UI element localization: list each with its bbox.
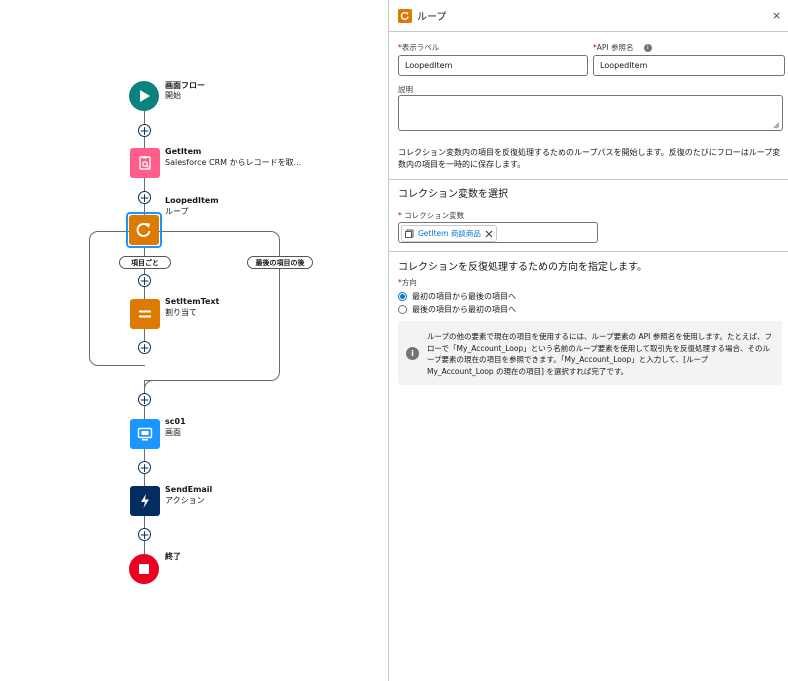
description-textarea[interactable]: [398, 95, 783, 131]
collection-field-label: * コレクション変数: [398, 211, 465, 220]
radio-button[interactable]: [398, 292, 407, 301]
api-name-field-label: *API 参照名 i: [593, 42, 652, 53]
collection-section-title: コレクション変数を選択: [398, 189, 508, 200]
start-node[interactable]: [129, 81, 159, 111]
remove-icon[interactable]: [485, 230, 493, 238]
panel-title: ループ: [417, 12, 447, 23]
loop-icon: [136, 222, 151, 237]
assignment-title: SetItemText: [165, 297, 220, 306]
start-subtitle: 開始: [165, 91, 181, 100]
get-records-title: GetItem: [165, 147, 202, 156]
collection-icon: [405, 229, 414, 238]
add-element-button[interactable]: +: [138, 124, 151, 137]
description-label: 説明: [398, 85, 413, 94]
merge-curve: [144, 380, 162, 394]
close-button[interactable]: ×: [772, 9, 781, 22]
get-records-subtitle: Salesforce CRM からレコードを取...: [165, 158, 302, 167]
end-title: 終了: [165, 552, 181, 561]
loop-icon: [398, 9, 412, 23]
play-icon: [140, 90, 150, 102]
screen-node[interactable]: [130, 419, 160, 449]
info-icon[interactable]: i: [643, 44, 652, 52]
stop-icon: [139, 564, 149, 574]
direction-label: *方向: [398, 278, 417, 287]
loop-title: LoopedItem: [165, 196, 219, 205]
properties-panel: ループ × *表示ラベル LoopedItem *API 参照名 i Loope…: [388, 0, 788, 681]
get-records-node[interactable]: [130, 148, 160, 178]
action-subtitle: アクション: [165, 496, 205, 505]
connector-line: [144, 380, 145, 570]
equals-icon: [139, 310, 151, 318]
info-box: i ループの他の要素で現在の項目を使用するには、ループ要素の API 参照名を使…: [398, 321, 782, 385]
intro-text: コレクション変数内の項目を反復処理するためのループパスを開始します。反復のたびに…: [398, 148, 781, 169]
screen-subtitle: 画面: [165, 428, 181, 437]
label-input[interactable]: LoopedItem: [398, 55, 588, 76]
collection-variable-input[interactable]: GetItem 商談商品: [398, 222, 598, 243]
lightning-icon: [141, 494, 149, 508]
direction-option-reverse[interactable]: 最後の項目から最初の項目へ: [398, 304, 516, 315]
info-text: ループの他の要素で現在の項目を使用するには、ループ要素の API 参照名を使用し…: [427, 332, 772, 376]
label-field-label: *表示ラベル: [398, 43, 440, 52]
add-element-button[interactable]: +: [138, 274, 151, 287]
collection-variable-value: GetItem 商談商品: [418, 229, 481, 238]
radio-button[interactable]: [398, 305, 407, 314]
direction-section-title: コレクションを反復処理するための方向を指定します。: [398, 262, 647, 273]
loop-subtitle: ループ: [165, 207, 189, 216]
add-element-button[interactable]: +: [138, 191, 151, 204]
add-element-button[interactable]: +: [138, 461, 151, 474]
divider: [389, 179, 788, 180]
assignment-subtitle: 割り当て: [165, 308, 197, 317]
direction-option-forward[interactable]: 最初の項目から最後の項目へ: [398, 291, 516, 302]
loop-node[interactable]: [129, 215, 159, 245]
end-node[interactable]: [129, 554, 159, 584]
for-each-pill: 項目ごと: [119, 256, 171, 269]
action-title: SendEmail: [165, 485, 213, 494]
action-node[interactable]: [130, 486, 160, 516]
flow-canvas[interactable]: 画面フロー 開始 + GetItem Salesforce CRM からレコード…: [0, 0, 388, 681]
assignment-node[interactable]: [130, 299, 160, 329]
screen-title: sc01: [165, 417, 186, 426]
resize-handle-icon[interactable]: [773, 122, 780, 129]
divider: [389, 31, 788, 32]
divider: [389, 251, 788, 252]
after-last-path: [145, 231, 280, 381]
add-element-button[interactable]: +: [138, 393, 151, 406]
get-records-icon: [139, 156, 151, 170]
add-element-button[interactable]: +: [138, 528, 151, 541]
screen-icon: [137, 427, 153, 441]
add-element-button[interactable]: +: [138, 341, 151, 354]
collection-variable-pill[interactable]: GetItem 商談商品: [401, 225, 497, 242]
api-name-input[interactable]: LoopedItem: [593, 55, 785, 76]
info-icon: i: [406, 347, 419, 360]
after-last-pill: 最後の項目の後: [247, 256, 313, 269]
